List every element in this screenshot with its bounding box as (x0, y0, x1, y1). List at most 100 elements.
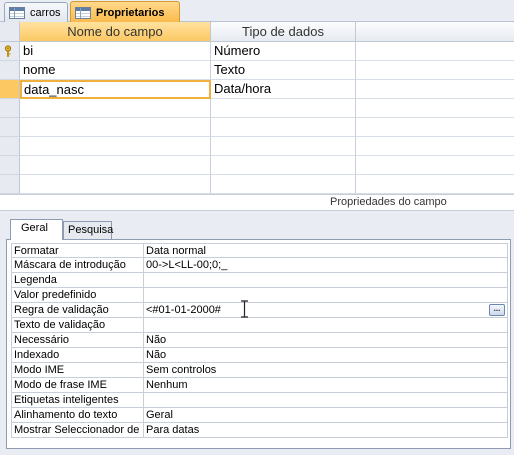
property-value[interactable] (144, 273, 508, 287)
tab-pesquisa[interactable]: Pesquisa (63, 221, 113, 240)
property-row[interactable]: Legenda (11, 273, 508, 288)
description-cell[interactable] (356, 118, 514, 137)
table-icon (9, 6, 25, 19)
property-label: Necessário (11, 333, 144, 347)
header-description[interactable] (356, 22, 514, 42)
description-cell[interactable] (356, 80, 514, 99)
data-type-cell[interactable] (211, 118, 356, 137)
property-value[interactable]: Para datas (144, 423, 508, 437)
field-name-cell[interactable]: data_nasc (20, 80, 211, 99)
properties-table: Formatar Data normal Máscara de introduçã… (11, 243, 508, 438)
property-label: Alinhamento do texto (11, 408, 144, 422)
header-data-type[interactable]: Tipo de dados (211, 22, 356, 42)
property-value[interactable]: Geral (144, 408, 508, 422)
property-label: Modo IME (11, 363, 144, 377)
field-name-cell[interactable] (20, 99, 211, 118)
tab-carros[interactable]: carros (4, 2, 68, 22)
table-row[interactable] (0, 156, 514, 175)
tab-proprietarios[interactable]: Proprietarios (70, 1, 180, 23)
property-value[interactable] (144, 393, 508, 407)
data-type-cell[interactable]: Número (211, 42, 356, 61)
property-label: Máscara de introdução (11, 258, 144, 272)
property-row[interactable]: Etiquetas inteligentes (11, 393, 508, 408)
property-row[interactable]: Texto de validação (11, 318, 508, 333)
property-label: Indexado (11, 348, 144, 362)
description-cell[interactable] (356, 61, 514, 80)
property-value[interactable]: Data normal (144, 244, 508, 257)
field-name-cell[interactable] (20, 156, 211, 175)
primary-key-icon (4, 45, 12, 57)
table-row[interactable] (0, 137, 514, 156)
properties-sheet: Formatar Data normal Máscara de introduçã… (6, 239, 511, 449)
data-type-cell[interactable] (211, 99, 356, 118)
row-selector[interactable] (0, 137, 20, 156)
table-row[interactable] (0, 175, 514, 194)
row-selector[interactable] (0, 99, 20, 118)
property-row[interactable]: Valor predefinido (11, 288, 508, 303)
row-selector[interactable] (0, 118, 20, 137)
property-value[interactable] (144, 288, 508, 302)
row-selector[interactable] (0, 175, 20, 194)
row-selector-current[interactable] (0, 80, 20, 99)
property-row[interactable]: Máscara de introdução 00->L<LL-00;0;_ (11, 258, 508, 273)
field-name-cell[interactable] (20, 175, 211, 194)
property-value[interactable]: 00->L<LL-00;0;_ (144, 258, 508, 272)
field-design-grid: Nome do campo Tipo de dados bi Número no… (0, 22, 514, 195)
property-label: Etiquetas inteligentes (11, 393, 144, 407)
row-selector[interactable] (0, 42, 20, 61)
tab-label: carros (30, 6, 61, 19)
property-label: Texto de validação (11, 318, 144, 332)
description-cell[interactable] (356, 156, 514, 175)
property-value[interactable]: Nenhum (144, 378, 508, 392)
grid-header: Nome do campo Tipo de dados (0, 22, 514, 42)
row-selector[interactable] (0, 156, 20, 175)
table-row[interactable]: nome Texto (0, 61, 514, 80)
description-cell[interactable] (356, 137, 514, 156)
tab-label: Proprietarios (96, 6, 165, 19)
property-row[interactable]: Modo IME Sem controlos (11, 363, 508, 378)
description-cell[interactable] (356, 42, 514, 61)
data-type-cell[interactable]: Data/hora (211, 80, 356, 99)
data-type-cell[interactable] (211, 156, 356, 175)
properties-title: Propriedades do campo (330, 196, 447, 208)
property-value[interactable]: Não (144, 348, 508, 362)
select-all-corner[interactable] (0, 22, 20, 42)
tab-geral[interactable]: Geral (10, 219, 63, 240)
data-type-cell[interactable] (211, 175, 356, 194)
field-name-cell[interactable]: bi (20, 42, 211, 61)
table-row[interactable] (0, 118, 514, 137)
field-name-cell[interactable]: nome (20, 61, 211, 80)
table-row[interactable]: bi Número (0, 42, 514, 61)
field-name-cell[interactable] (20, 118, 211, 137)
property-label: Regra de validação (11, 303, 144, 317)
property-label: Formatar (11, 244, 144, 257)
table-row[interactable]: data_nasc Data/hora (0, 80, 514, 99)
description-cell[interactable] (356, 175, 514, 194)
property-row[interactable]: Mostrar Seleccionador de Para datas (11, 423, 508, 438)
property-row[interactable]: Modo de frase IME Nenhum (11, 378, 508, 393)
property-value[interactable] (144, 318, 508, 332)
property-label: Mostrar Seleccionador de (11, 423, 144, 437)
data-type-cell[interactable]: Texto (211, 61, 356, 80)
table-row[interactable] (0, 99, 514, 118)
property-value-validation-rule[interactable]: <#01-01-2000#... (144, 300, 508, 318)
property-label: Modo de frase IME (11, 378, 144, 392)
property-value[interactable]: Sem controlos (144, 363, 508, 377)
header-field-name[interactable]: Nome do campo (20, 22, 211, 42)
builder-button[interactable]: ... (489, 304, 505, 316)
property-row[interactable]: Regra de validação <#01-01-2000#... (11, 300, 508, 318)
description-cell[interactable] (356, 99, 514, 118)
property-value[interactable]: Não (144, 333, 508, 347)
property-row[interactable]: Indexado Não (11, 348, 508, 363)
property-row[interactable]: Alinhamento do texto Geral (11, 408, 508, 423)
property-row[interactable]: Formatar Data normal (11, 243, 508, 258)
validation-rule-text: <#01-01-2000# (146, 304, 221, 316)
property-label: Valor predefinido (11, 288, 144, 302)
property-label: Legenda (11, 273, 144, 287)
field-name-cell[interactable] (20, 137, 211, 156)
property-row[interactable]: Necessário Não (11, 333, 508, 348)
table-icon (75, 6, 91, 19)
text-cursor-icon (241, 300, 248, 318)
row-selector[interactable] (0, 61, 20, 80)
data-type-cell[interactable] (211, 137, 356, 156)
